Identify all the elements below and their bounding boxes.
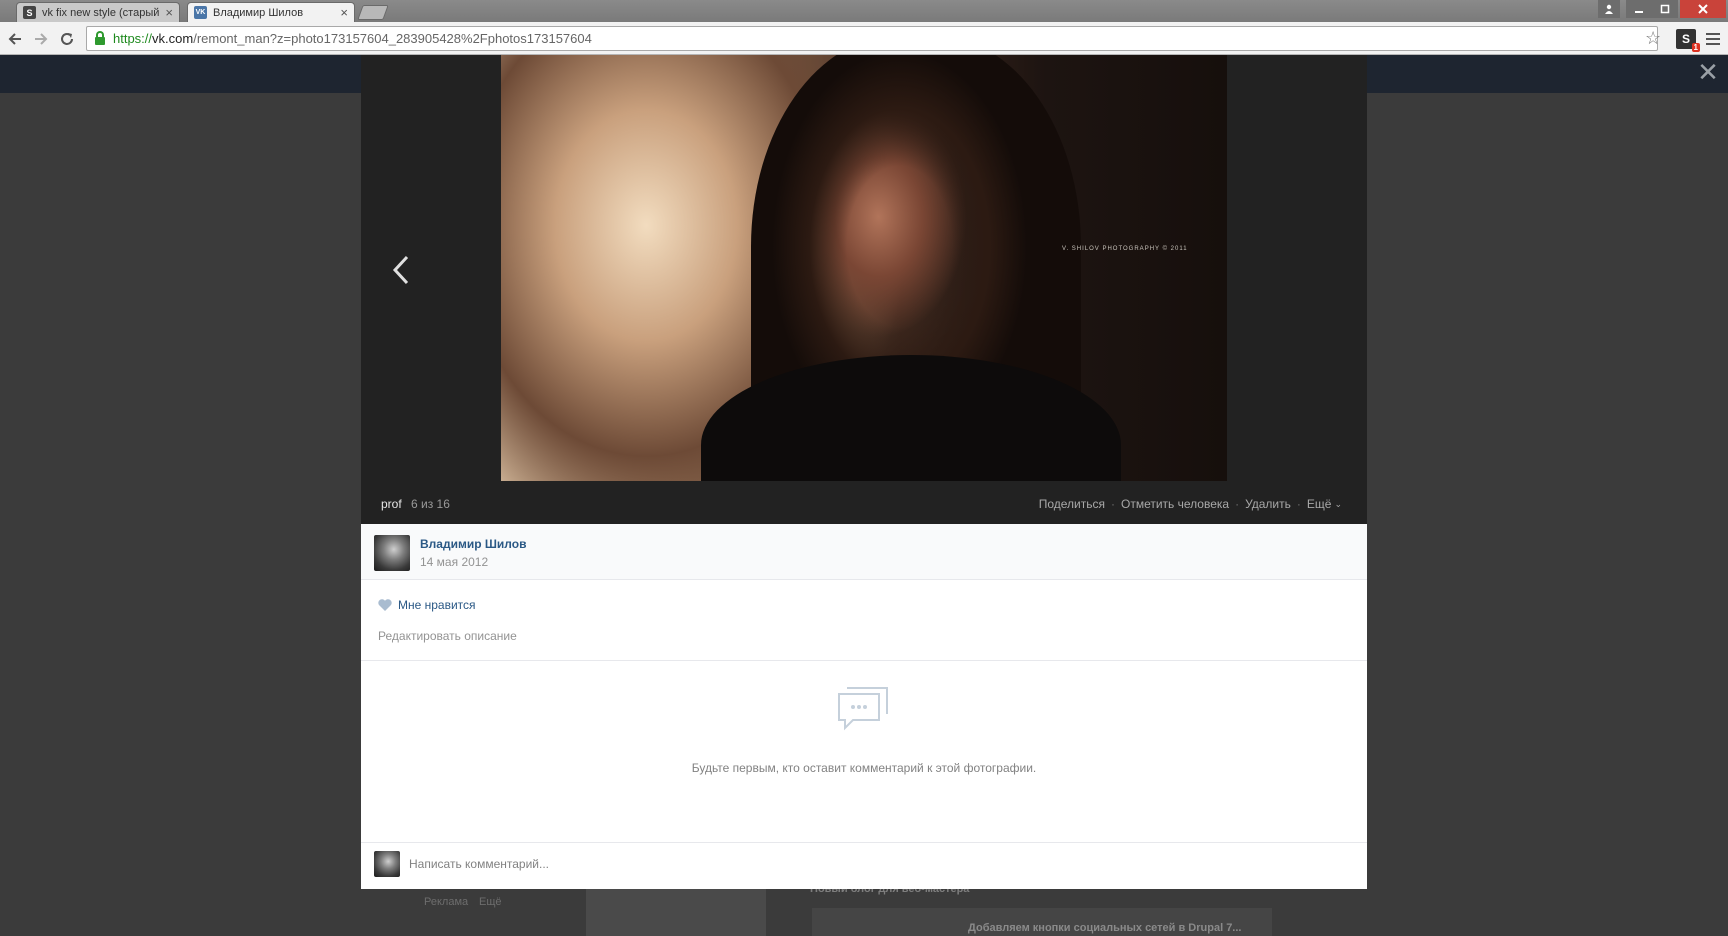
browser-tab-bar: S vk fix new style (старый диза × VK Вла…	[0, 0, 1728, 22]
address-bar[interactable]: https://vk.com/remont_man?z=photo1731576…	[86, 26, 1658, 51]
prev-arrow-icon[interactable]	[391, 253, 411, 287]
photo-area: V. SHILOV PHOTOGRAPHY © 2011 prof 6 из 1…	[361, 55, 1367, 524]
delete-link[interactable]: Удалить	[1245, 497, 1291, 511]
back-icon[interactable]	[4, 28, 26, 50]
comment-input[interactable]	[409, 852, 1309, 876]
photo-viewer: V. SHILOV PHOTOGRAPHY © 2011 prof 6 из 1…	[361, 55, 1367, 889]
more-link[interactable]: Ещё	[1307, 497, 1332, 511]
tab-title: vk fix new style (старый диза	[42, 6, 161, 19]
share-link[interactable]: Поделиться	[1039, 497, 1105, 511]
empty-comments-message: Будьте первым, кто оставит комментарий к…	[691, 761, 1037, 775]
reload-icon[interactable]	[56, 28, 78, 50]
author-name[interactable]: Владимир Шилов	[420, 537, 526, 551]
edit-description-link[interactable]: Редактировать описание	[378, 629, 517, 643]
tab-close-icon[interactable]: ×	[165, 5, 173, 20]
comments-icon	[838, 687, 888, 731]
minimize-icon[interactable]	[1626, 0, 1652, 18]
tab-favicon-icon: VK	[194, 6, 207, 19]
photo-image[interactable]: V. SHILOV PHOTOGRAPHY © 2011	[501, 55, 1227, 481]
browser-toolbar: https://vk.com/remont_man?z=photo1731576…	[0, 22, 1728, 55]
tab-close-icon[interactable]: ×	[340, 5, 348, 20]
author-avatar[interactable]	[374, 535, 410, 571]
extension-badge: 1	[1691, 43, 1700, 52]
chevron-down-icon: ⌄	[1334, 498, 1342, 509]
background-card-title: Добавляем кнопки социальных сетей в Drup…	[968, 922, 1242, 934]
footer-more-link[interactable]: Ещё	[479, 896, 502, 908]
tab-title: Владимир Шилов	[213, 6, 304, 19]
user-icon[interactable]	[1598, 0, 1620, 18]
close-icon[interactable]	[1680, 0, 1726, 18]
tag-person-link[interactable]: Отметить человека	[1121, 497, 1229, 511]
url-text: https://vk.com/remont_man?z=photo1731576…	[113, 31, 592, 46]
lock-icon	[95, 30, 105, 45]
browser-tab-active[interactable]: VK Владимир Шилов ×	[187, 2, 355, 22]
heart-icon	[378, 599, 392, 611]
photo-date: 14 мая 2012	[420, 555, 489, 569]
photo-info-panel: Владимир Шилов 14 мая 2012 Мне нравится …	[361, 524, 1367, 889]
my-avatar	[374, 851, 400, 877]
photo-watermark: V. SHILOV PHOTOGRAPHY © 2011	[1062, 246, 1188, 252]
viewer-close-icon[interactable]: ✕	[1695, 59, 1721, 85]
album-name[interactable]: prof	[381, 497, 402, 511]
new-tab-button[interactable]	[357, 5, 389, 20]
divider	[361, 660, 1367, 661]
extension-label: S	[1681, 32, 1690, 46]
photo-actions: Поделиться · Отметить человека · Удалить…	[1038, 497, 1342, 511]
like-button[interactable]: Мне нравится	[377, 598, 476, 612]
divider	[361, 842, 1367, 843]
star-icon[interactable]: ☆	[1645, 28, 1661, 49]
forward-icon[interactable]	[30, 28, 52, 50]
footer-ads-link[interactable]: Реклама	[424, 896, 468, 908]
maximize-icon[interactable]	[1652, 0, 1678, 18]
author-row: Владимир Шилов 14 мая 2012	[361, 524, 1367, 580]
photo-counter: 6 из 16	[411, 497, 450, 511]
extension-button[interactable]: S 1	[1676, 29, 1700, 52]
like-label: Мне нравится	[398, 598, 476, 612]
browser-tab-vkfix[interactable]: S vk fix new style (старый диза ×	[16, 2, 180, 22]
menu-icon[interactable]	[1706, 30, 1720, 48]
tab-favicon-icon: S	[23, 6, 36, 19]
